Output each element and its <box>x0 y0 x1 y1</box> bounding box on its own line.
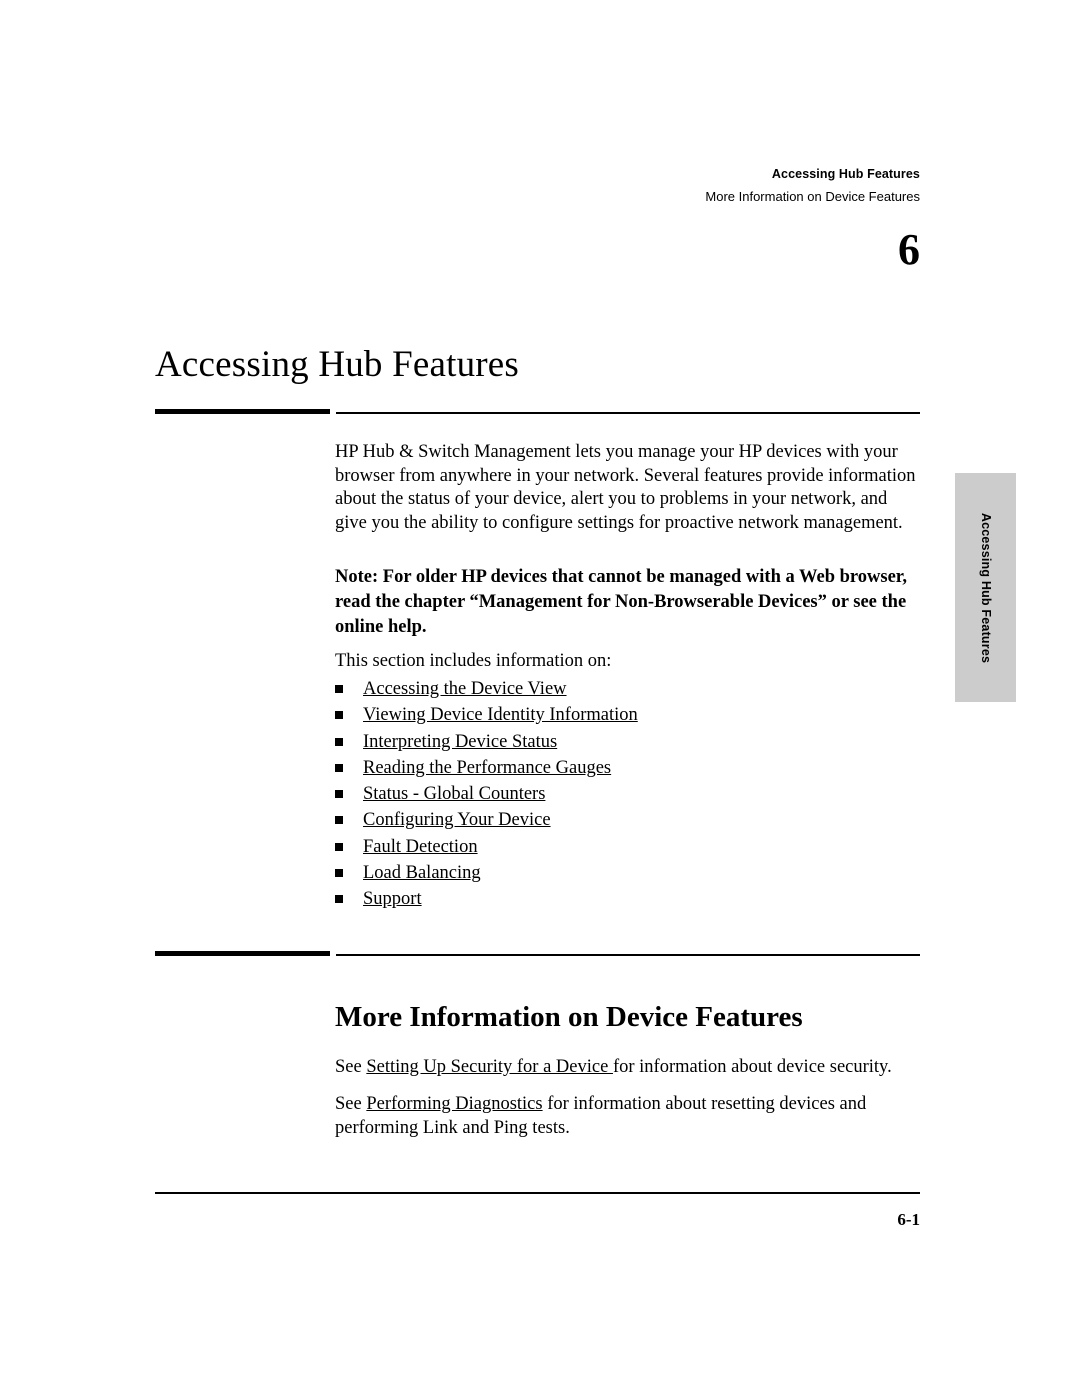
paragraph-text-before: See <box>335 1094 367 1114</box>
intro-paragraph: HP Hub & Switch Management lets you mana… <box>335 442 916 533</box>
list-item: Support <box>335 886 923 912</box>
divider-thin-segment <box>336 954 920 956</box>
running-header: Accessing Hub Features More Information … <box>155 168 920 203</box>
section-heading: More Information on Device Features <box>335 1001 803 1034</box>
running-header-chapter: Accessing Hub Features <box>771 167 920 181</box>
list-item: Configuring Your Device <box>335 807 923 833</box>
link-viewing-device-identity-information[interactable]: Viewing Device Identity Information <box>363 705 638 725</box>
link-performing-diagnostics[interactable]: Performing Diagnostics <box>366 1094 542 1114</box>
square-bullet-icon <box>335 842 343 851</box>
list-item: Fault Detection <box>335 834 923 860</box>
section-paragraph-2-block: See Performing Diagnostics for informati… <box>335 1093 923 1140</box>
link-configuring-your-device[interactable]: Configuring Your Device <box>363 810 551 830</box>
document-page: Accessing Hub Features More Information … <box>0 0 1080 1397</box>
list-item: Status - Global Counters <box>335 781 923 807</box>
running-header-section: More Information on Device Features <box>705 188 920 204</box>
square-bullet-icon <box>335 895 343 904</box>
footer-page-number: 6-1 <box>897 1210 920 1229</box>
chapter-number: 6 <box>898 225 920 274</box>
divider-thin-segment <box>336 412 920 414</box>
list-item: Accessing the Device View <box>335 676 923 702</box>
lead-in-block: This section includes information on: <box>335 650 923 674</box>
lead-in-text: This section includes information on: <box>335 651 612 671</box>
section-paragraph-1: See Setting Up Security for a Device for… <box>335 1056 923 1080</box>
note-text: Note: For older HP devices that cannot b… <box>335 567 907 637</box>
page-title: Accessing Hub Features <box>155 343 520 385</box>
square-bullet-icon <box>335 711 343 720</box>
square-bullet-icon <box>335 685 343 693</box>
link-fault-detection[interactable]: Fault Detection <box>363 837 478 857</box>
note-block: Note: For older HP devices that cannot b… <box>335 565 923 640</box>
link-support[interactable]: Support <box>363 889 422 909</box>
side-thumb-tab: Accessing Hub Features <box>955 473 1016 702</box>
square-bullet-icon <box>335 816 343 825</box>
section-divider-bottom <box>155 951 920 957</box>
divider-thick-segment <box>155 951 330 956</box>
list-item: Viewing Device Identity Information <box>335 702 923 728</box>
cross-reference-list-block: Accessing the Device View Viewing Device… <box>335 676 923 913</box>
side-thumb-tab-label: Accessing Hub Features <box>978 512 993 663</box>
intro-paragraph-block: HP Hub & Switch Management lets you mana… <box>335 441 923 535</box>
divider-thick-segment <box>155 409 330 414</box>
link-interpreting-device-status[interactable]: Interpreting Device Status <box>363 732 557 752</box>
paragraph-text-before: See <box>335 1057 367 1077</box>
square-bullet-icon <box>335 790 343 799</box>
paragraph-text-after: for information about device security. <box>612 1057 892 1077</box>
list-item: Reading the Performance Gauges <box>335 755 923 781</box>
link-setting-up-security-for-a-device[interactable]: Setting Up Security for a Device <box>366 1057 613 1077</box>
square-bullet-icon <box>335 869 343 878</box>
section-paragraph-2: See Performing Diagnostics for informati… <box>335 1093 923 1140</box>
link-status-global-counters[interactable]: Status - Global Counters <box>363 784 545 804</box>
link-load-balancing[interactable]: Load Balancing <box>363 863 481 883</box>
footer-divider <box>155 1192 920 1194</box>
cross-reference-list: Accessing the Device View Viewing Device… <box>335 676 923 913</box>
section-divider-top <box>155 409 920 415</box>
list-item: Load Balancing <box>335 860 923 886</box>
link-accessing-the-device-view[interactable]: Accessing the Device View <box>363 679 567 699</box>
list-item: Interpreting Device Status <box>335 729 923 755</box>
square-bullet-icon <box>335 763 343 772</box>
section-paragraph-1-block: See Setting Up Security for a Device for… <box>335 1056 923 1080</box>
square-bullet-icon <box>335 737 343 746</box>
link-reading-the-performance-gauges[interactable]: Reading the Performance Gauges <box>363 758 611 778</box>
